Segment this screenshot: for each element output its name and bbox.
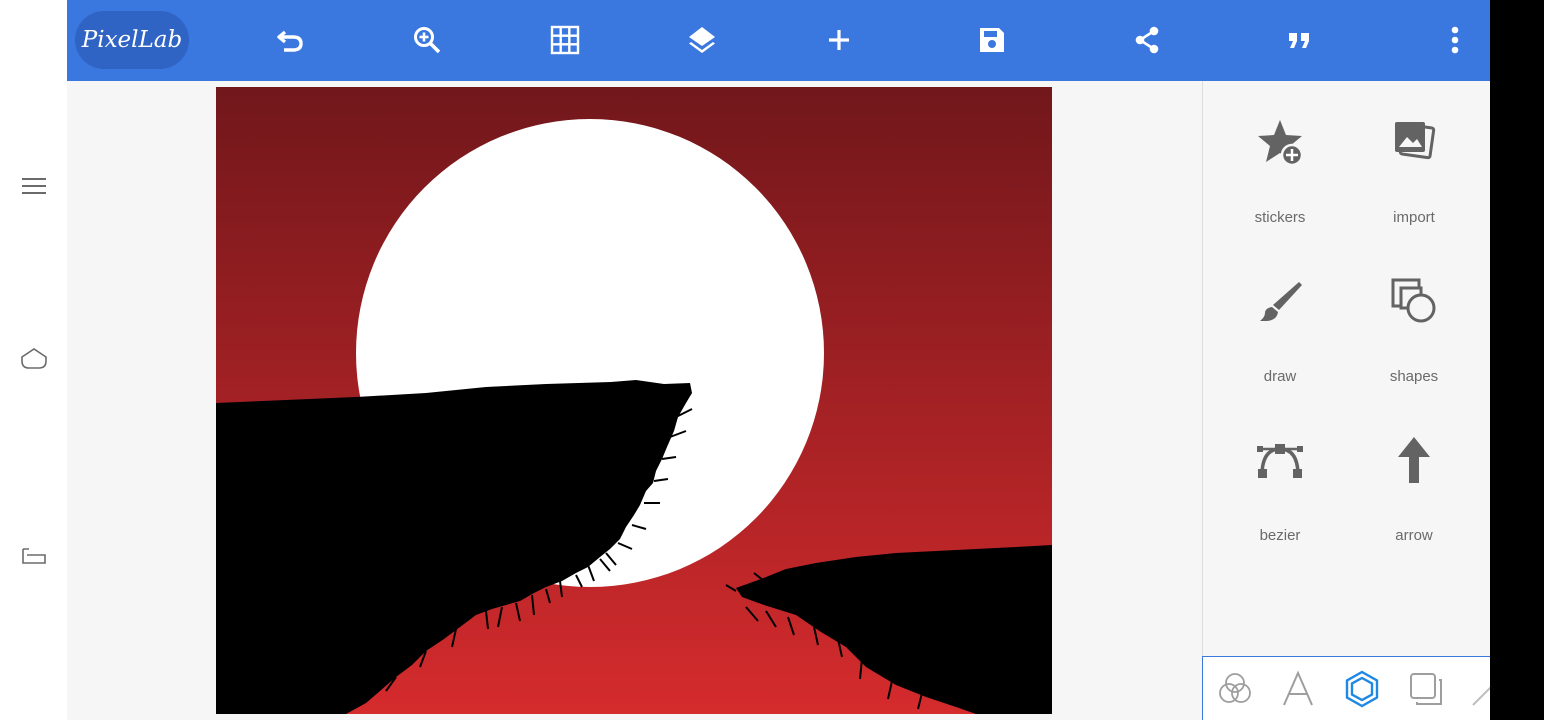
image-stack-icon <box>1389 117 1439 167</box>
add-icon[interactable] <box>817 18 861 62</box>
star-plus-icon <box>1255 117 1305 167</box>
tool-shapes[interactable]: shapes <box>1347 240 1481 385</box>
back-icon[interactable] <box>14 536 54 576</box>
tool-arrow[interactable]: arrow <box>1347 399 1481 544</box>
shapes-icon <box>1389 276 1439 326</box>
screen-edge <box>1490 0 1544 720</box>
tool-label: shapes <box>1389 368 1439 385</box>
top-toolbar: PixelLab <box>67 0 1490 81</box>
arrow-up-icon <box>1389 435 1439 485</box>
design-canvas[interactable] <box>216 87 1052 714</box>
tool-stickers[interactable]: stickers <box>1213 81 1347 226</box>
tool-bezier[interactable]: bezier <box>1213 399 1347 544</box>
tool-import[interactable]: import <box>1347 81 1481 226</box>
panel-tab-bar <box>1202 656 1490 720</box>
color-circles-icon[interactable] <box>1213 667 1257 711</box>
tools-panel: stickers import draw shapes bezier arrow <box>1202 81 1490 720</box>
bezier-icon <box>1255 435 1305 485</box>
home-icon[interactable] <box>14 339 54 379</box>
tool-label: import <box>1393 209 1435 226</box>
workspace <box>67 81 1202 720</box>
layers-icon[interactable] <box>680 18 724 62</box>
brush-icon <box>1255 276 1305 326</box>
zoom-in-icon[interactable] <box>405 18 449 62</box>
more-vert-icon[interactable] <box>1433 18 1477 62</box>
tool-label: arrow <box>1395 527 1433 544</box>
artwork-image <box>216 87 1052 714</box>
save-icon[interactable] <box>970 18 1014 62</box>
layers-square-icon[interactable] <box>1404 667 1448 711</box>
tool-draw[interactable]: draw <box>1213 240 1347 385</box>
hexagon-icon[interactable] <box>1340 667 1384 711</box>
share-icon[interactable] <box>1125 18 1169 62</box>
line-icon[interactable] <box>1465 667 1490 711</box>
menu-icon[interactable] <box>14 166 54 206</box>
tool-label: draw <box>1263 368 1297 385</box>
undo-icon[interactable] <box>269 18 313 62</box>
tool-label: stickers <box>1254 209 1306 226</box>
system-navigation-bar <box>0 0 67 720</box>
tool-label: bezier <box>1259 527 1301 544</box>
grid-icon[interactable] <box>543 18 587 62</box>
app-logo[interactable]: PixelLab <box>75 11 189 69</box>
quote-icon[interactable] <box>1278 18 1322 62</box>
text-icon[interactable] <box>1276 667 1320 711</box>
